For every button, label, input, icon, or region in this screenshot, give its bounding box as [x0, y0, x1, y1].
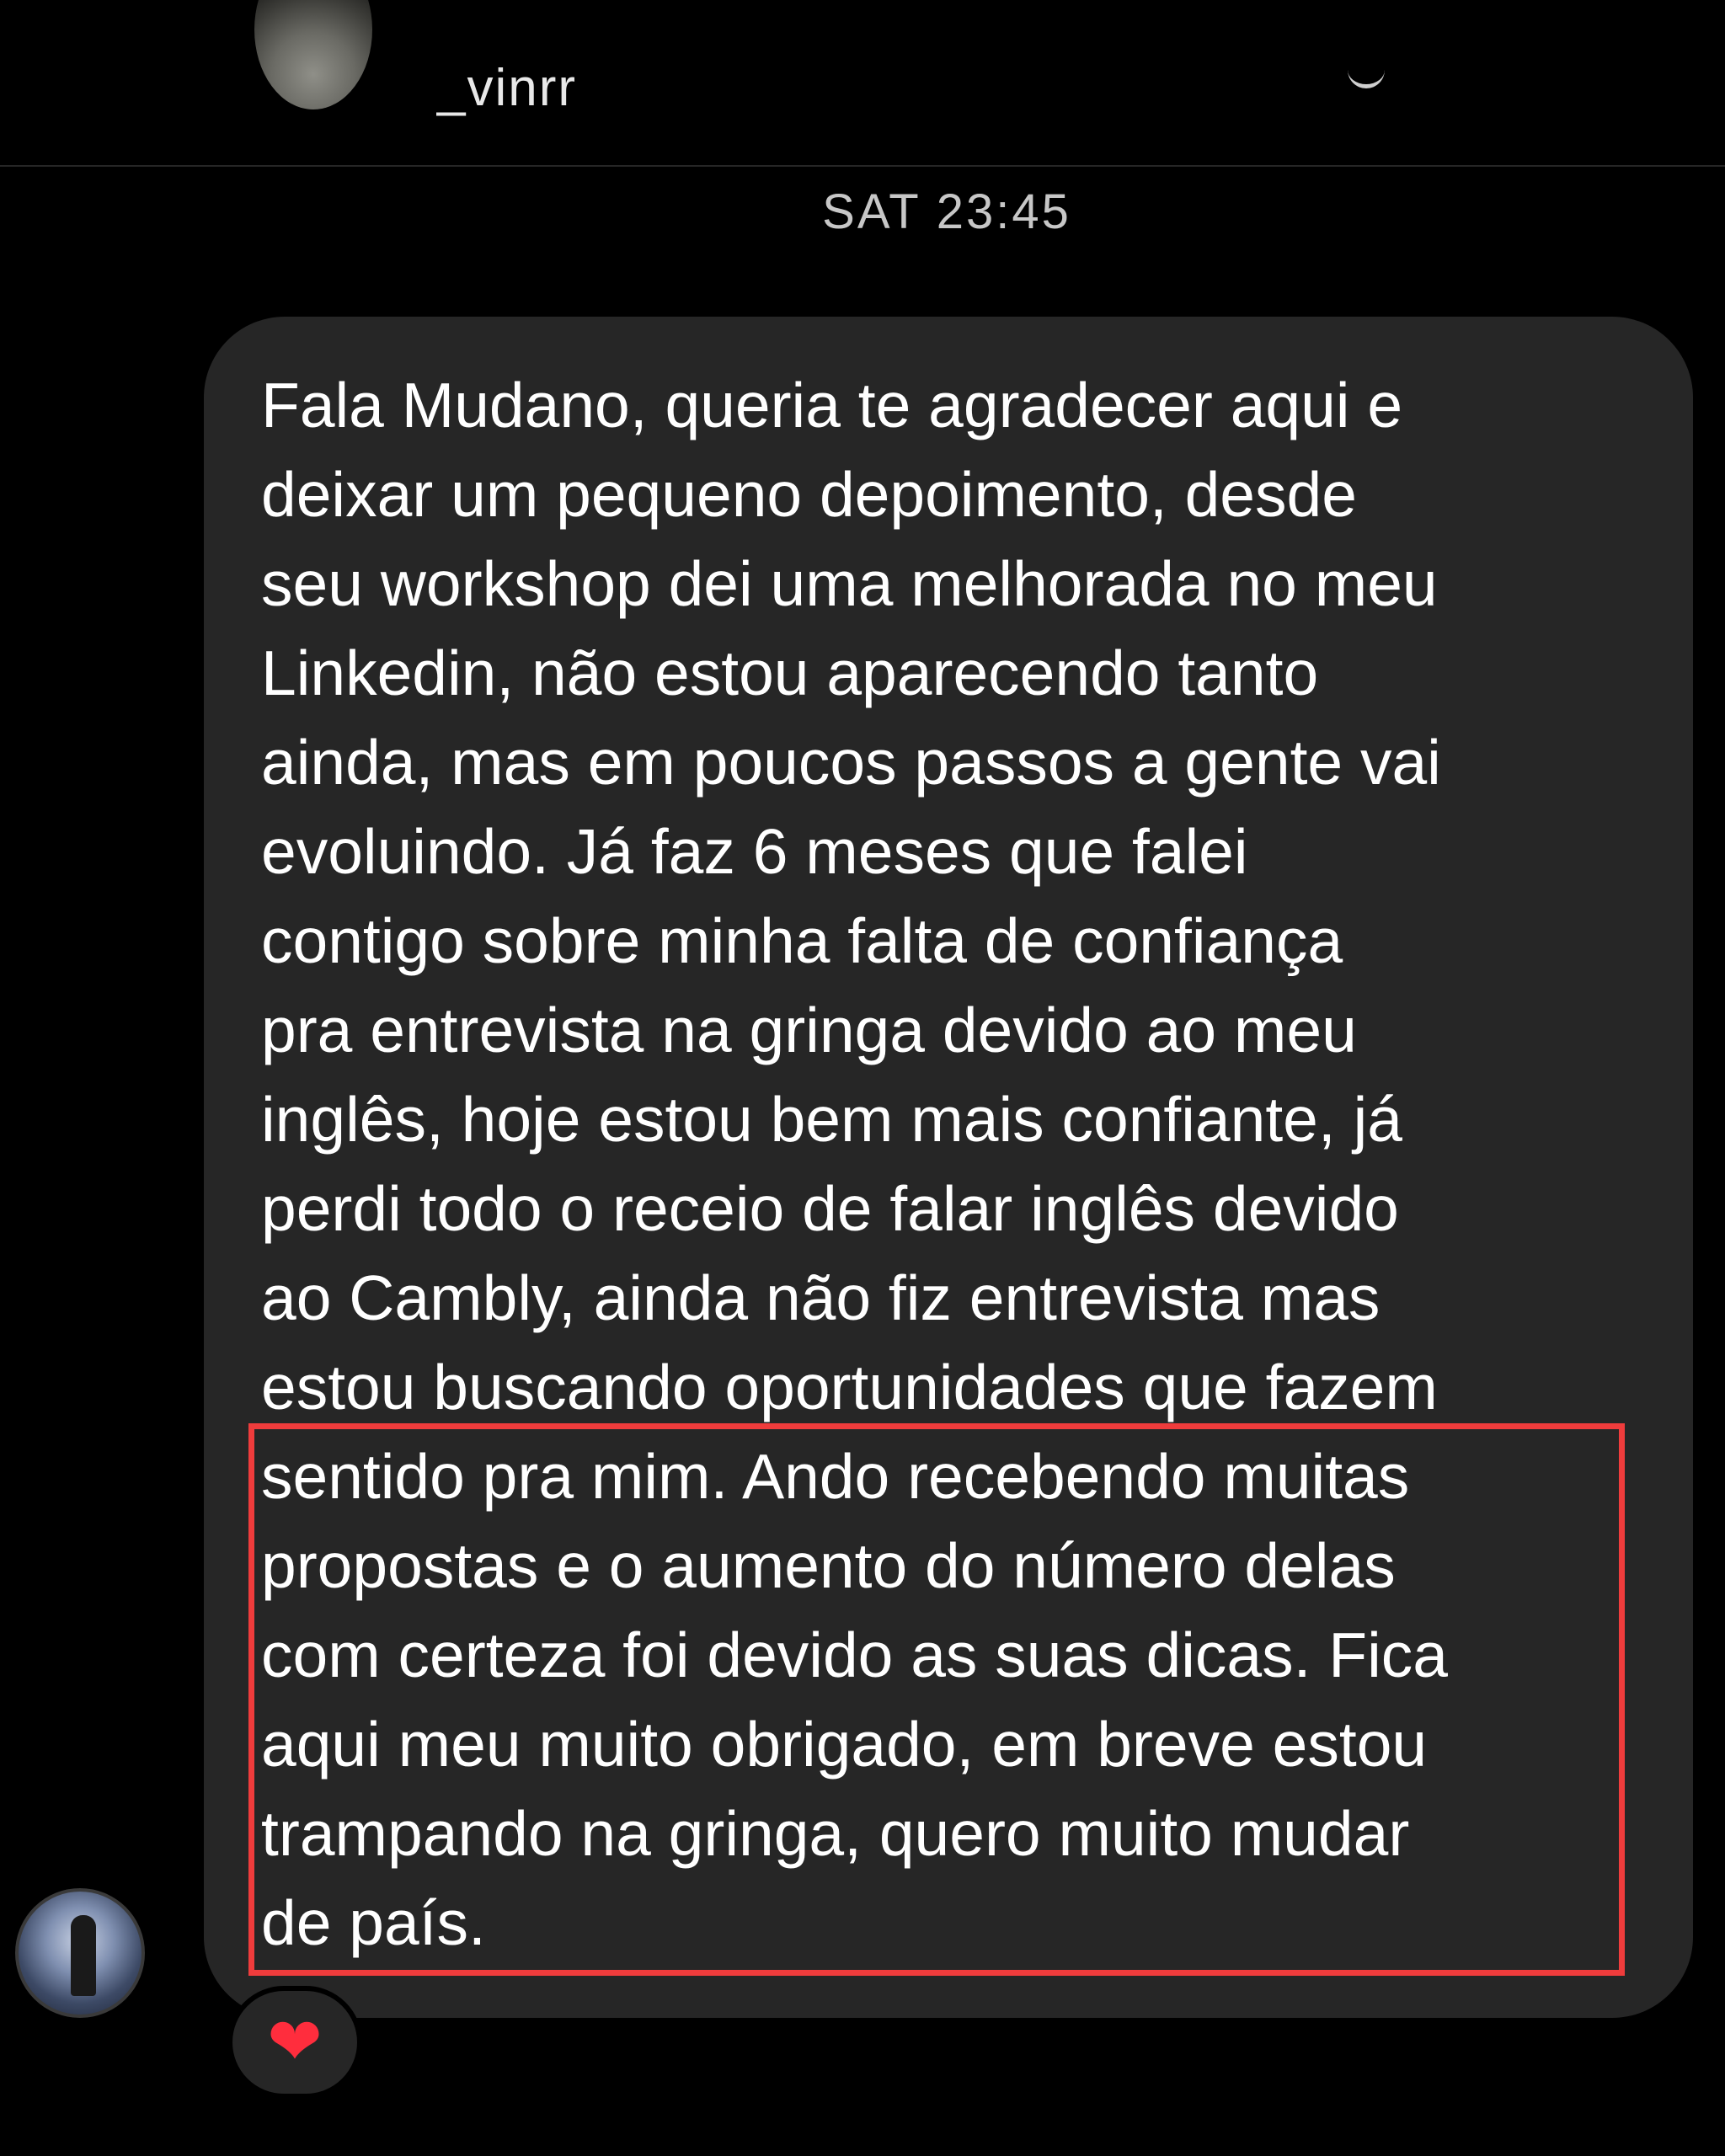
message-line: evoluindo. Já faz 6 meses que falei: [261, 816, 1248, 887]
message-line: trampando na gringa, quero muito mudar: [261, 1798, 1410, 1869]
message-line: seu workshop dei uma melhorada no meu: [261, 548, 1438, 619]
message-line: deixar um pequeno depoimento, desde: [261, 459, 1357, 530]
message-line: de país.: [261, 1887, 486, 1958]
contact-avatar[interactable]: [254, 0, 372, 109]
message-line: ao Cambly, ainda não fiz entrevista mas: [261, 1262, 1381, 1333]
sender-avatar[interactable]: [15, 1888, 145, 2018]
header-action-icon[interactable]: [1348, 59, 1385, 88]
message-line: inglês, hoje estou bem mais confiante, j…: [261, 1084, 1402, 1155]
message-line: perdi todo o receio de falar inglês devi…: [261, 1173, 1399, 1244]
message-line: estou buscando oportunidades que fazem: [261, 1352, 1438, 1422]
chat-header: _vinrr: [0, 0, 1725, 167]
message-line: Linkedin, não estou aparecendo tanto: [261, 638, 1319, 708]
message-line: contigo sobre minha falta de confiança: [261, 905, 1343, 976]
message-line: Fala Mudano, queria te agradecer aqui e: [261, 370, 1403, 440]
message-timestamp: SAT 23:45: [822, 184, 1071, 239]
message-line: sentido pra mim. Ando recebendo muitas: [261, 1441, 1410, 1512]
message-line: pra entrevista na gringa devido ao meu: [261, 995, 1357, 1065]
message-line: com certeza foi devido as suas dicas. Fi…: [261, 1620, 1448, 1690]
reaction-badge[interactable]: ❤: [227, 1986, 362, 2099]
heart-icon: ❤: [267, 2004, 323, 2080]
message-line: propostas e o aumento do número delas: [261, 1530, 1396, 1601]
contact-username[interactable]: _vinrr: [436, 51, 577, 126]
message-line: aqui meu muito obrigado, em breve estou: [261, 1709, 1428, 1780]
avatar-figure: [71, 1915, 96, 1996]
message-line: ainda, mas em poucos passos a gente vai: [261, 727, 1441, 798]
